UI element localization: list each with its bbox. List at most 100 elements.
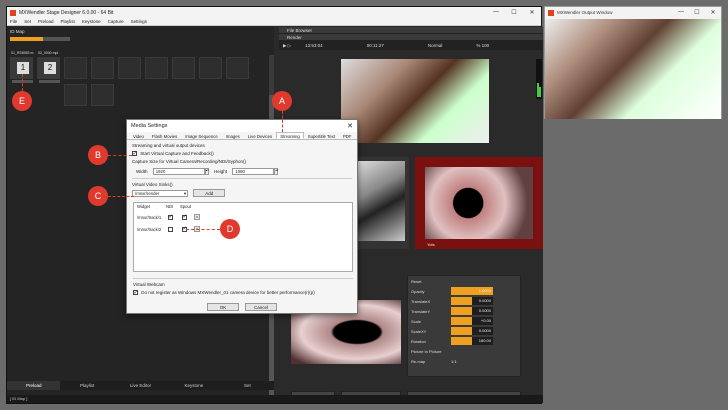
- ndi-checkbox[interactable]: [168, 227, 173, 232]
- remove-row-button[interactable]: x: [194, 214, 200, 220]
- tab-live-devices[interactable]: Live Devices: [244, 132, 276, 139]
- dialog-body: Streaming and virtual output devices Sta…: [127, 140, 357, 199]
- sink-row: /mnxr/render ▾ Add: [132, 189, 352, 198]
- time-remaining: 00:11:27: [366, 43, 384, 48]
- prop-row: Opacity 1.0000: [408, 286, 520, 296]
- prop-row: Re-map 1:1: [408, 356, 520, 366]
- sink-select-value: /mnxr/render: [135, 191, 160, 197]
- prop-name[interactable]: Reset: [411, 279, 451, 284]
- menu-preload[interactable]: Preload: [38, 19, 54, 24]
- prop-name: ScaleXY: [411, 328, 427, 334]
- prop-slider[interactable]: 180.00: [451, 337, 493, 345]
- tab-live-editor[interactable]: Live Editor: [114, 381, 167, 390]
- prop-row: Reset: [408, 276, 520, 286]
- maximize-button[interactable]: ☐: [505, 9, 523, 16]
- prop-slider[interactable]: +0.00: [451, 317, 493, 325]
- clip-label: 01_RS6953 m: [11, 51, 34, 55]
- close-button[interactable]: ✕: [705, 9, 721, 16]
- properties-panel: Reset Opacity 1.0000 TranslateX 0.0000 Tra…: [407, 275, 521, 377]
- tab-playlist[interactable]: Playlist: [60, 381, 113, 390]
- app-logo-icon: [548, 9, 554, 16]
- prop-slider[interactable]: 0.0000: [451, 327, 493, 335]
- tab-keystone[interactable]: Keystone: [167, 381, 220, 390]
- clip-cell-empty[interactable]: [172, 57, 195, 79]
- sinks-label: Virtual Video Sinks(): [132, 182, 173, 187]
- prop-row: Scale +0.00: [408, 316, 520, 326]
- height-input[interactable]: 1080: [232, 168, 275, 176]
- width-input[interactable]: 1920: [152, 168, 205, 176]
- ndi-checkbox[interactable]: [168, 214, 173, 220]
- clip-cell-empty[interactable]: [145, 57, 168, 79]
- prop-value[interactable]: 1:1: [451, 359, 457, 364]
- minimize-button[interactable]: —: [487, 9, 505, 16]
- prop-name[interactable]: Picture In Picture: [411, 349, 491, 354]
- add-button[interactable]: Add: [193, 189, 226, 197]
- menu-keystone[interactable]: Keystone: [82, 19, 101, 24]
- tab-pdf[interactable]: PDF: [339, 132, 356, 139]
- tab-supertitle-text[interactable]: Supertitle Text: [304, 132, 339, 139]
- spout-checkbox[interactable]: [182, 214, 187, 220]
- play-icon[interactable]: ▶ ▷: [283, 43, 291, 49]
- zoom-level: % 100: [476, 43, 490, 48]
- clip-cell-2[interactable]: 02_0000 mpi 2: [37, 51, 60, 83]
- tab-streaming[interactable]: Streaming: [276, 132, 304, 139]
- start-capture-label: Start Virtual Capture and Feedback(): [140, 151, 214, 156]
- clip-number: 1: [17, 62, 29, 74]
- menu-set[interactable]: Set: [24, 19, 31, 24]
- render-preview: [341, 59, 489, 143]
- sinks-table: Widget NDI Spout /mnxr/track/1 x /mnxr/t…: [133, 202, 353, 272]
- tab-video[interactable]: Video: [129, 132, 148, 139]
- cancel-button[interactable]: Cancel: [245, 303, 277, 311]
- clip-label: 02_0000 mpi: [38, 51, 59, 55]
- maximize-button[interactable]: ☐: [689, 9, 705, 16]
- width-stepper[interactable]: ▴▾: [204, 168, 209, 176]
- dialog-close-button[interactable]: ✕: [343, 122, 357, 130]
- row-widget: /mnxr/track/1: [137, 215, 162, 220]
- prop-name: TranslateY: [411, 308, 431, 314]
- tab-set[interactable]: Set: [221, 381, 274, 390]
- clip-control[interactable]: [39, 80, 60, 83]
- menu-playlist[interactable]: Playlist: [61, 19, 75, 24]
- prop-value: +0.00: [480, 318, 491, 323]
- menu-settings[interactable]: Settings: [131, 19, 147, 24]
- blend-mode[interactable]: Normal: [428, 43, 443, 48]
- menu-file[interactable]: File: [10, 19, 17, 24]
- annotation-d: D: [220, 219, 240, 239]
- col-ndi: NDI: [166, 204, 174, 209]
- clip-cell-empty[interactable]: [199, 57, 222, 79]
- prop-slider[interactable]: 0.0000: [451, 297, 493, 305]
- prop-row: Picture In Picture: [408, 346, 520, 356]
- prop-value: 0.0000: [478, 308, 491, 313]
- clip-cell-empty[interactable]: [64, 84, 87, 106]
- clip-cell-empty[interactable]: [91, 84, 114, 106]
- menu-capture[interactable]: Capture: [108, 19, 124, 24]
- tab-preload[interactable]: Preload: [7, 381, 61, 390]
- output-titlebar: MXWendler Output Window — ☐ ✕: [545, 7, 721, 18]
- selected-preview[interactable]: Yots: [415, 157, 543, 249]
- sink-select[interactable]: /mnxr/render ▾: [132, 190, 188, 198]
- prop-slider[interactable]: 0.0000: [451, 307, 493, 315]
- tab-images[interactable]: Images: [222, 132, 244, 139]
- file-browser-bar[interactable]: File Browser: [279, 27, 543, 34]
- tab-image-sequence[interactable]: Image Sequence: [181, 132, 222, 139]
- clip-cell-empty[interactable]: [118, 57, 141, 79]
- webcam-checkbox[interactable]: [133, 289, 138, 297]
- width-label: Width: [136, 169, 148, 174]
- ok-button[interactable]: OK: [207, 303, 239, 311]
- minimize-button[interactable]: —: [673, 9, 689, 16]
- close-button[interactable]: ✕: [523, 9, 541, 16]
- clip-cell-empty[interactable]: [64, 57, 87, 79]
- annotation-c: C: [88, 186, 108, 206]
- clip-cell-empty[interactable]: [91, 57, 114, 79]
- render-bar[interactable]: Render: [279, 34, 543, 41]
- clip-cell-empty[interactable]: [226, 57, 249, 79]
- panel-header: ID Map: [10, 29, 25, 34]
- prop-slider[interactable]: 1.0000: [451, 287, 493, 295]
- webcam-check-label: Do not register as Windows MXWendler_01 …: [141, 290, 315, 295]
- start-capture-checkbox[interactable]: [132, 150, 137, 158]
- prop-row: TranslateY 0.0000: [408, 306, 520, 316]
- height-stepper[interactable]: ▴▾: [274, 168, 278, 176]
- webcam-row: Do not register as Windows MXWendler_01 …: [133, 289, 353, 297]
- tab-flash-movies[interactable]: Flash Movies: [148, 132, 181, 139]
- app-logo-icon: [10, 9, 16, 16]
